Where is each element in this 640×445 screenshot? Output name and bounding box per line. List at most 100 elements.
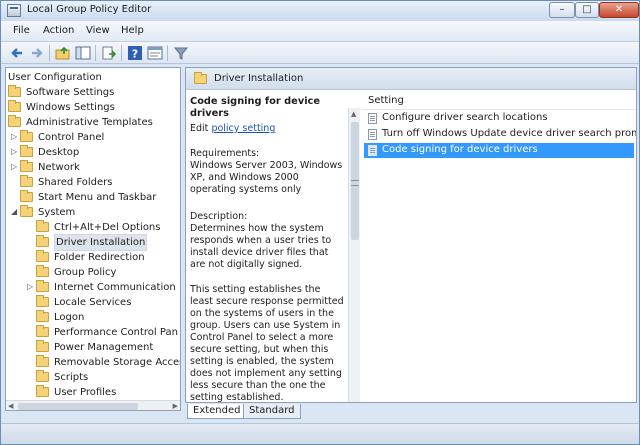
tree-item[interactable]: Performance Control Pan	[6, 325, 180, 340]
setting-row[interactable]: Code signing for device drivers	[364, 143, 634, 158]
folder-icon	[36, 220, 49, 232]
back-arrow-icon[interactable]	[9, 45, 25, 61]
filter-icon[interactable]	[173, 45, 189, 61]
window-title: Local Group Policy Editor	[27, 4, 152, 15]
svg-text:?: ?	[132, 48, 138, 61]
toolbar: ?	[1, 42, 639, 64]
tree-item-label: Shared Folders	[38, 177, 113, 188]
setting-label: Configure driver search locations	[382, 112, 548, 123]
menu-bar: File Action View Help	[1, 21, 639, 42]
settings-column-header[interactable]: Setting	[362, 90, 636, 110]
scroll-left-icon[interactable]: ◀	[8, 402, 13, 410]
edit-prefix: Edit	[190, 123, 209, 134]
menu-action[interactable]: Action	[43, 25, 74, 36]
tree-item-label: User Profiles	[54, 387, 117, 398]
tree-item[interactable]: Shared Folders	[6, 175, 180, 190]
folder-icon	[36, 370, 49, 382]
folder-icon	[20, 205, 33, 217]
tree-item-label: Locale Services	[54, 297, 132, 308]
folder-icon	[36, 280, 49, 292]
tree-item[interactable]: Driver Installation	[6, 234, 180, 251]
tree-item-label: Desktop	[38, 147, 80, 158]
folder-icon	[36, 250, 49, 262]
close-button[interactable]: ✕	[599, 2, 639, 18]
show-hide-tree-icon[interactable]	[75, 45, 91, 61]
tree-item[interactable]: Power Management	[6, 340, 180, 355]
folder-icon	[36, 310, 49, 322]
folder-icon	[36, 325, 49, 337]
toolbar-separator	[121, 45, 122, 61]
details-header: Driver Installation	[186, 68, 636, 90]
tree-item-label: Ctrl+Alt+Del Options	[54, 222, 161, 233]
tree-item[interactable]: Logon	[6, 310, 180, 325]
toolbar-separator	[167, 45, 168, 61]
details-header-title: Driver Installation	[214, 73, 304, 84]
tree-item[interactable]: Windows Settings	[6, 100, 180, 115]
edit-policy-link[interactable]: policy setting	[211, 123, 275, 134]
tree-item[interactable]: Group Policy	[6, 265, 180, 280]
toolbar-separator	[49, 45, 50, 61]
maximize-button[interactable]: □	[575, 2, 599, 18]
scroll-up-icon[interactable]: ▲	[351, 110, 356, 118]
tree-item-label: Scripts	[54, 372, 89, 383]
tree-expander-icon[interactable]: ▷	[11, 133, 17, 141]
scrollbar-thumb[interactable]	[18, 403, 138, 410]
description-vertical-scrollbar[interactable]: ▲	[348, 108, 360, 402]
tree-item[interactable]: Start Menu and Taskbar	[6, 190, 180, 205]
tree-expander-icon[interactable]: ◢	[11, 208, 17, 216]
scroll-right-icon[interactable]: ▶	[173, 402, 178, 410]
tree-item[interactable]: User Profiles	[6, 385, 180, 400]
tab-extended[interactable]: Extended	[187, 404, 247, 419]
tree-item[interactable]: Folder Redirection	[6, 250, 180, 265]
menu-view[interactable]: View	[86, 25, 110, 36]
setting-row[interactable]: Configure driver search locations	[364, 111, 634, 126]
setting-row[interactable]: Turn off Windows Update device driver se…	[364, 127, 637, 142]
tree-horizontal-scrollbar[interactable]: ◀ ▶	[6, 400, 180, 410]
tree-item-label: Performance Control Pan	[54, 327, 178, 338]
tree-item[interactable]: ▷ Internet Communication	[6, 280, 180, 295]
tree-item-label: Network	[38, 162, 80, 173]
tree-item-label: Driver Installation	[54, 234, 148, 251]
extended-description: Code signing for device drivers Edit pol…	[188, 90, 346, 402]
policy-setting-icon	[368, 129, 377, 140]
setting-label: Turn off Windows Update device driver se…	[382, 128, 637, 139]
tree-item[interactable]: Scripts	[6, 370, 180, 385]
tree-item[interactable]: ◢ System	[6, 205, 180, 220]
tree-expander-icon[interactable]: ▷	[11, 148, 17, 156]
tree-item[interactable]: Removable Storage Acces	[6, 355, 180, 370]
tree-item[interactable]: User Configuration	[6, 70, 180, 85]
description-paragraph-1: Determines how the system responds when …	[190, 223, 332, 270]
toolbar-separator	[95, 45, 96, 61]
menu-file[interactable]: File	[13, 25, 30, 36]
folder-icon	[8, 115, 21, 127]
up-folder-icon[interactable]	[55, 45, 71, 61]
tab-standard[interactable]: Standard	[243, 404, 301, 419]
properties-icon[interactable]	[147, 45, 163, 61]
folder-icon	[20, 175, 33, 187]
tree-item[interactable]: ▷ Control Panel	[6, 130, 180, 145]
tree-item[interactable]: Administrative Templates	[6, 115, 180, 130]
minimize-button[interactable]: –	[549, 2, 575, 18]
tree-item-label: Software Settings	[26, 87, 115, 98]
folder-icon	[36, 340, 49, 352]
tree-item[interactable]: Locale Services	[6, 295, 180, 310]
tree-item-label: Internet Communication	[54, 282, 176, 293]
menu-help[interactable]: Help	[121, 25, 144, 36]
forward-arrow-icon[interactable]	[29, 45, 45, 61]
tree-item[interactable]: ▷ Network	[6, 160, 180, 175]
tree-item[interactable]: ▷ Desktop	[6, 145, 180, 160]
tree-item-label: User Configuration	[8, 72, 102, 83]
requirements-label: Requirements:	[190, 148, 260, 159]
export-list-icon[interactable]	[101, 45, 117, 61]
folder-icon	[20, 190, 33, 202]
tree-item[interactable]: Ctrl+Alt+Del Options	[6, 220, 180, 235]
tree-expander-icon[interactable]: ▷	[27, 283, 33, 291]
requirements-text: Windows Server 2003, Windows XP, and Win…	[190, 160, 343, 195]
folder-icon	[194, 72, 207, 84]
title-bar: Local Group Policy Editor – □ ✕	[1, 1, 639, 21]
help-icon[interactable]: ?	[127, 45, 143, 61]
tree-item[interactable]: Software Settings	[6, 85, 180, 100]
folder-icon	[36, 385, 49, 397]
tree-expander-icon[interactable]: ▷	[11, 163, 17, 171]
gpedit-app-icon	[7, 4, 21, 17]
